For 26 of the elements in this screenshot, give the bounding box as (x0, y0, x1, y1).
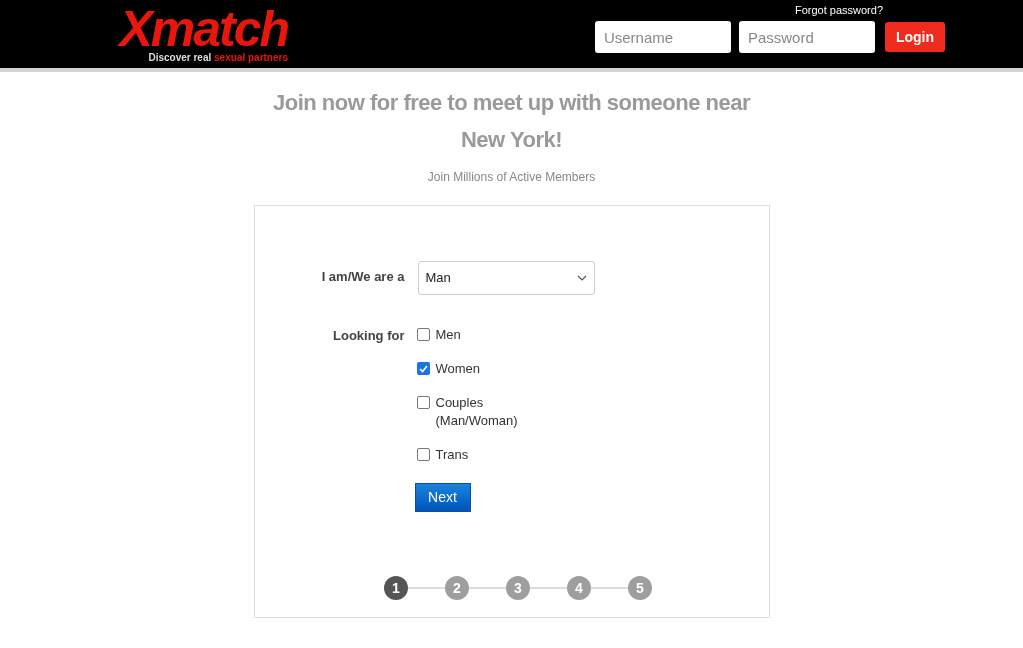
option-label[interactable]: Men (435, 326, 528, 344)
field-label: I am/We are a (320, 268, 405, 286)
username-field[interactable]: Username (594, 21, 731, 53)
step-indicator: 3 (506, 576, 530, 600)
chevron-down-icon (576, 275, 587, 281)
next-button[interactable]: Next (414, 483, 471, 512)
login-button[interactable]: Login (884, 22, 945, 52)
page-heading: Join now for free to meet up with someone near New York! (272, 89, 752, 154)
step-indicator: 1 (384, 576, 408, 600)
checkbox[interactable] (416, 396, 430, 409)
forgot-password-link[interactable]: Forgot password? (794, 4, 883, 17)
checkbox[interactable] (416, 328, 430, 341)
option-label[interactable]: Women (435, 360, 528, 378)
step-indicator: 5 (628, 576, 652, 600)
tagline: Discover real sexual partners (148, 52, 288, 64)
checkbox[interactable] (416, 448, 430, 461)
checkbox[interactable] (416, 362, 430, 375)
option-label[interactable]: Couples (Man/Woman) (435, 394, 528, 430)
step-indicator: 2 (445, 576, 469, 600)
logo[interactable]: Xmatch (119, 6, 288, 52)
field-label: Looking for (332, 327, 405, 345)
subtitle: Join Millions of Active Members (427, 169, 596, 186)
identity-select[interactable]: Man (417, 261, 595, 295)
step-indicator: 4 (567, 576, 591, 600)
option-label[interactable]: Trans (435, 446, 528, 464)
password-field[interactable]: Password (738, 21, 875, 53)
